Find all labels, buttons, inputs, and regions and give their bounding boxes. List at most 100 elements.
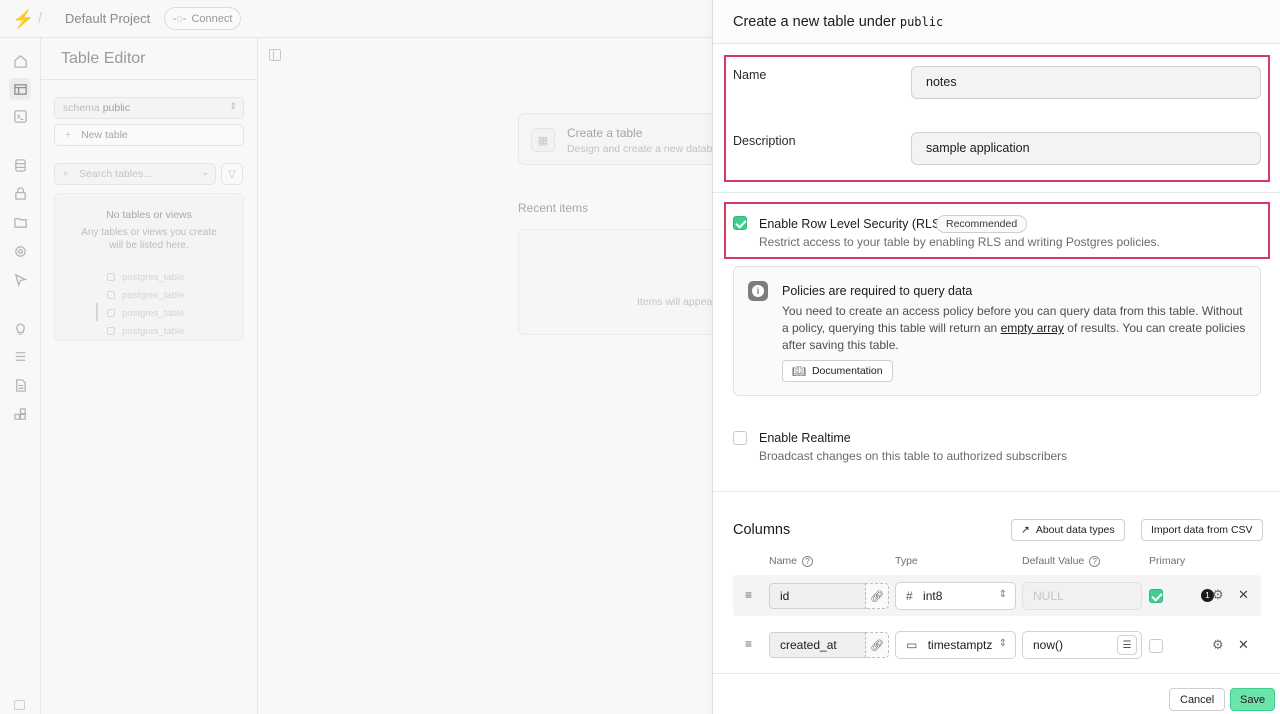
chevron-updown-icon: ⇕ bbox=[998, 589, 1007, 600]
nav-rail bbox=[0, 38, 41, 714]
hash-icon: # bbox=[906, 589, 913, 603]
suggestions-list-icon[interactable]: ☰ bbox=[1117, 635, 1137, 655]
table-editor-icon[interactable] bbox=[9, 78, 31, 100]
policy-text: You need to create an access policy befo… bbox=[782, 304, 1246, 352]
calendar-icon: ▭ bbox=[906, 638, 918, 652]
plug-icon: -◌- bbox=[172, 12, 187, 25]
create-table-title: Create a table bbox=[567, 126, 643, 140]
ghost-table-row: postgres_table bbox=[107, 288, 184, 302]
chevron-updown-icon: ⇕ bbox=[998, 638, 1007, 649]
description-label: Description bbox=[733, 134, 796, 148]
breadcrumb-separator: / bbox=[38, 10, 43, 27]
drag-handle-icon[interactable]: ≡ bbox=[745, 637, 755, 651]
sql-editor-icon[interactable] bbox=[9, 105, 31, 127]
empty-array-link[interactable]: empty array bbox=[1001, 321, 1064, 335]
database-icon[interactable] bbox=[9, 154, 31, 176]
empty-tables-card: No tables or views Any tables or views y… bbox=[54, 193, 244, 341]
filter-icon[interactable]: ▽ bbox=[221, 163, 243, 185]
search-icon: ⌕ bbox=[63, 168, 69, 179]
supabase-logo-icon[interactable]: ⚡ bbox=[12, 9, 34, 29]
cancel-button[interactable]: Cancel bbox=[1169, 688, 1226, 711]
table-icon bbox=[107, 273, 115, 281]
col-header-type: Type bbox=[895, 555, 918, 567]
drag-handle-icon[interactable]: ≡ bbox=[745, 588, 755, 602]
info-icon: i bbox=[748, 281, 768, 301]
drawer-footer: Cancel Save bbox=[713, 673, 1280, 714]
help-icon[interactable]: ? bbox=[1089, 555, 1101, 567]
schema-select[interactable]: schema public ⇕ bbox=[54, 97, 244, 119]
divider bbox=[713, 491, 1280, 492]
name-label: Name bbox=[733, 68, 767, 82]
help-icon[interactable]: ? bbox=[802, 555, 814, 567]
foreign-key-link-icon[interactable]: 🔗︎ bbox=[865, 583, 889, 609]
table-icon: ▦ bbox=[531, 128, 555, 152]
realtime-icon[interactable] bbox=[9, 268, 31, 290]
primary-key-checkbox[interactable] bbox=[1149, 639, 1163, 653]
realtime-checkbox[interactable] bbox=[733, 431, 747, 445]
ghost-table-row: postgres_table bbox=[107, 270, 184, 284]
description-input[interactable]: sample application bbox=[911, 132, 1261, 165]
new-table-button[interactable]: + New table bbox=[54, 124, 244, 146]
logs-list-icon[interactable] bbox=[9, 345, 31, 367]
recent-items-label: Recent items bbox=[518, 201, 589, 215]
ghost-table-row: postgres_table bbox=[107, 324, 184, 338]
auth-lock-icon[interactable] bbox=[9, 182, 31, 204]
settings-gear-icon[interactable]: ⚙︎ bbox=[1212, 587, 1224, 603]
divider bbox=[41, 79, 258, 80]
table-icon bbox=[107, 327, 115, 335]
create-table-drawer: Create a new table under public Name not… bbox=[712, 0, 1280, 714]
divider bbox=[713, 192, 1280, 193]
documentation-button[interactable]: 📖︎ Documentation bbox=[782, 360, 893, 382]
documentation-label: Documentation bbox=[811, 365, 883, 377]
column-type-select[interactable]: ▭ timestamptz ⇕ bbox=[895, 631, 1016, 659]
name-input[interactable]: notes bbox=[911, 66, 1261, 99]
column-type-select[interactable]: # int8 ⇕ bbox=[895, 582, 1016, 610]
rls-title: Enable Row Level Security (RLS) bbox=[759, 217, 945, 231]
table-icon bbox=[107, 309, 115, 317]
book-icon: 📖︎ bbox=[792, 365, 806, 378]
advisors-bulb-icon[interactable] bbox=[9, 317, 31, 339]
save-button[interactable]: Save bbox=[1230, 688, 1276, 711]
connect-label: Connect bbox=[191, 12, 233, 25]
policy-title: Policies are required to query data bbox=[782, 284, 973, 298]
rls-checkbox[interactable] bbox=[733, 216, 747, 230]
primary-key-checkbox[interactable] bbox=[1149, 589, 1163, 603]
chevron-updown-icon: ⇕ bbox=[229, 101, 237, 111]
schema-code: public bbox=[899, 15, 944, 29]
recommended-badge: Recommended bbox=[936, 215, 1028, 233]
schema-prefix: schema bbox=[63, 102, 100, 114]
collapse-panel-icon[interactable] bbox=[269, 49, 281, 61]
create-table-card[interactable]: ▦ Create a table Design and create a new… bbox=[518, 113, 755, 165]
storage-icon[interactable] bbox=[9, 211, 31, 233]
table-icon bbox=[107, 291, 115, 299]
rls-description: Restrict access to your table by enablin… bbox=[759, 235, 1160, 249]
edge-functions-icon[interactable] bbox=[9, 240, 31, 262]
realtime-title: Enable Realtime bbox=[759, 431, 851, 445]
ghost-table-row: postgres_table bbox=[107, 306, 184, 320]
foreign-key-link-icon[interactable]: 🔗︎ bbox=[865, 632, 889, 658]
empty-title: No tables or views bbox=[106, 209, 192, 221]
chevron-down-icon: ⌄ bbox=[201, 167, 209, 177]
remove-column-icon[interactable]: ✕ bbox=[1238, 637, 1249, 653]
settings-gear-icon[interactable]: ⚙︎ bbox=[1212, 637, 1224, 653]
ghost-selection-bar bbox=[96, 303, 98, 321]
column-name-input[interactable]: id bbox=[769, 583, 866, 609]
column-name-input[interactable]: created_at bbox=[769, 632, 866, 658]
import-csv-button[interactable]: Import data from CSV bbox=[1141, 519, 1263, 541]
default-value-input[interactable]: now() ☰ bbox=[1022, 631, 1142, 659]
remove-column-icon[interactable]: ✕ bbox=[1238, 587, 1249, 603]
sidebar-toggle-icon[interactable] bbox=[14, 700, 25, 710]
project-name[interactable]: Default Project bbox=[65, 11, 150, 26]
new-table-label: New table bbox=[81, 129, 128, 141]
drawer-title: Create a new table under public bbox=[733, 14, 944, 30]
sidebar-title: Table Editor bbox=[61, 50, 146, 67]
default-value-input[interactable]: NULL bbox=[1022, 582, 1142, 610]
integrations-icon[interactable] bbox=[9, 403, 31, 425]
api-docs-icon[interactable] bbox=[9, 374, 31, 396]
empty-subtitle: Any tables or views you create will be l… bbox=[81, 227, 217, 251]
home-icon[interactable] bbox=[9, 50, 31, 72]
table-editor-sidebar: Table Editor schema public ⇕ + New table… bbox=[41, 38, 258, 714]
connect-button[interactable]: -◌- Connect bbox=[164, 7, 241, 30]
search-tables-input[interactable]: ⌕ Search tables... ⌄ bbox=[54, 163, 216, 185]
about-data-types-button[interactable]: ↗ About data types bbox=[1011, 519, 1125, 541]
